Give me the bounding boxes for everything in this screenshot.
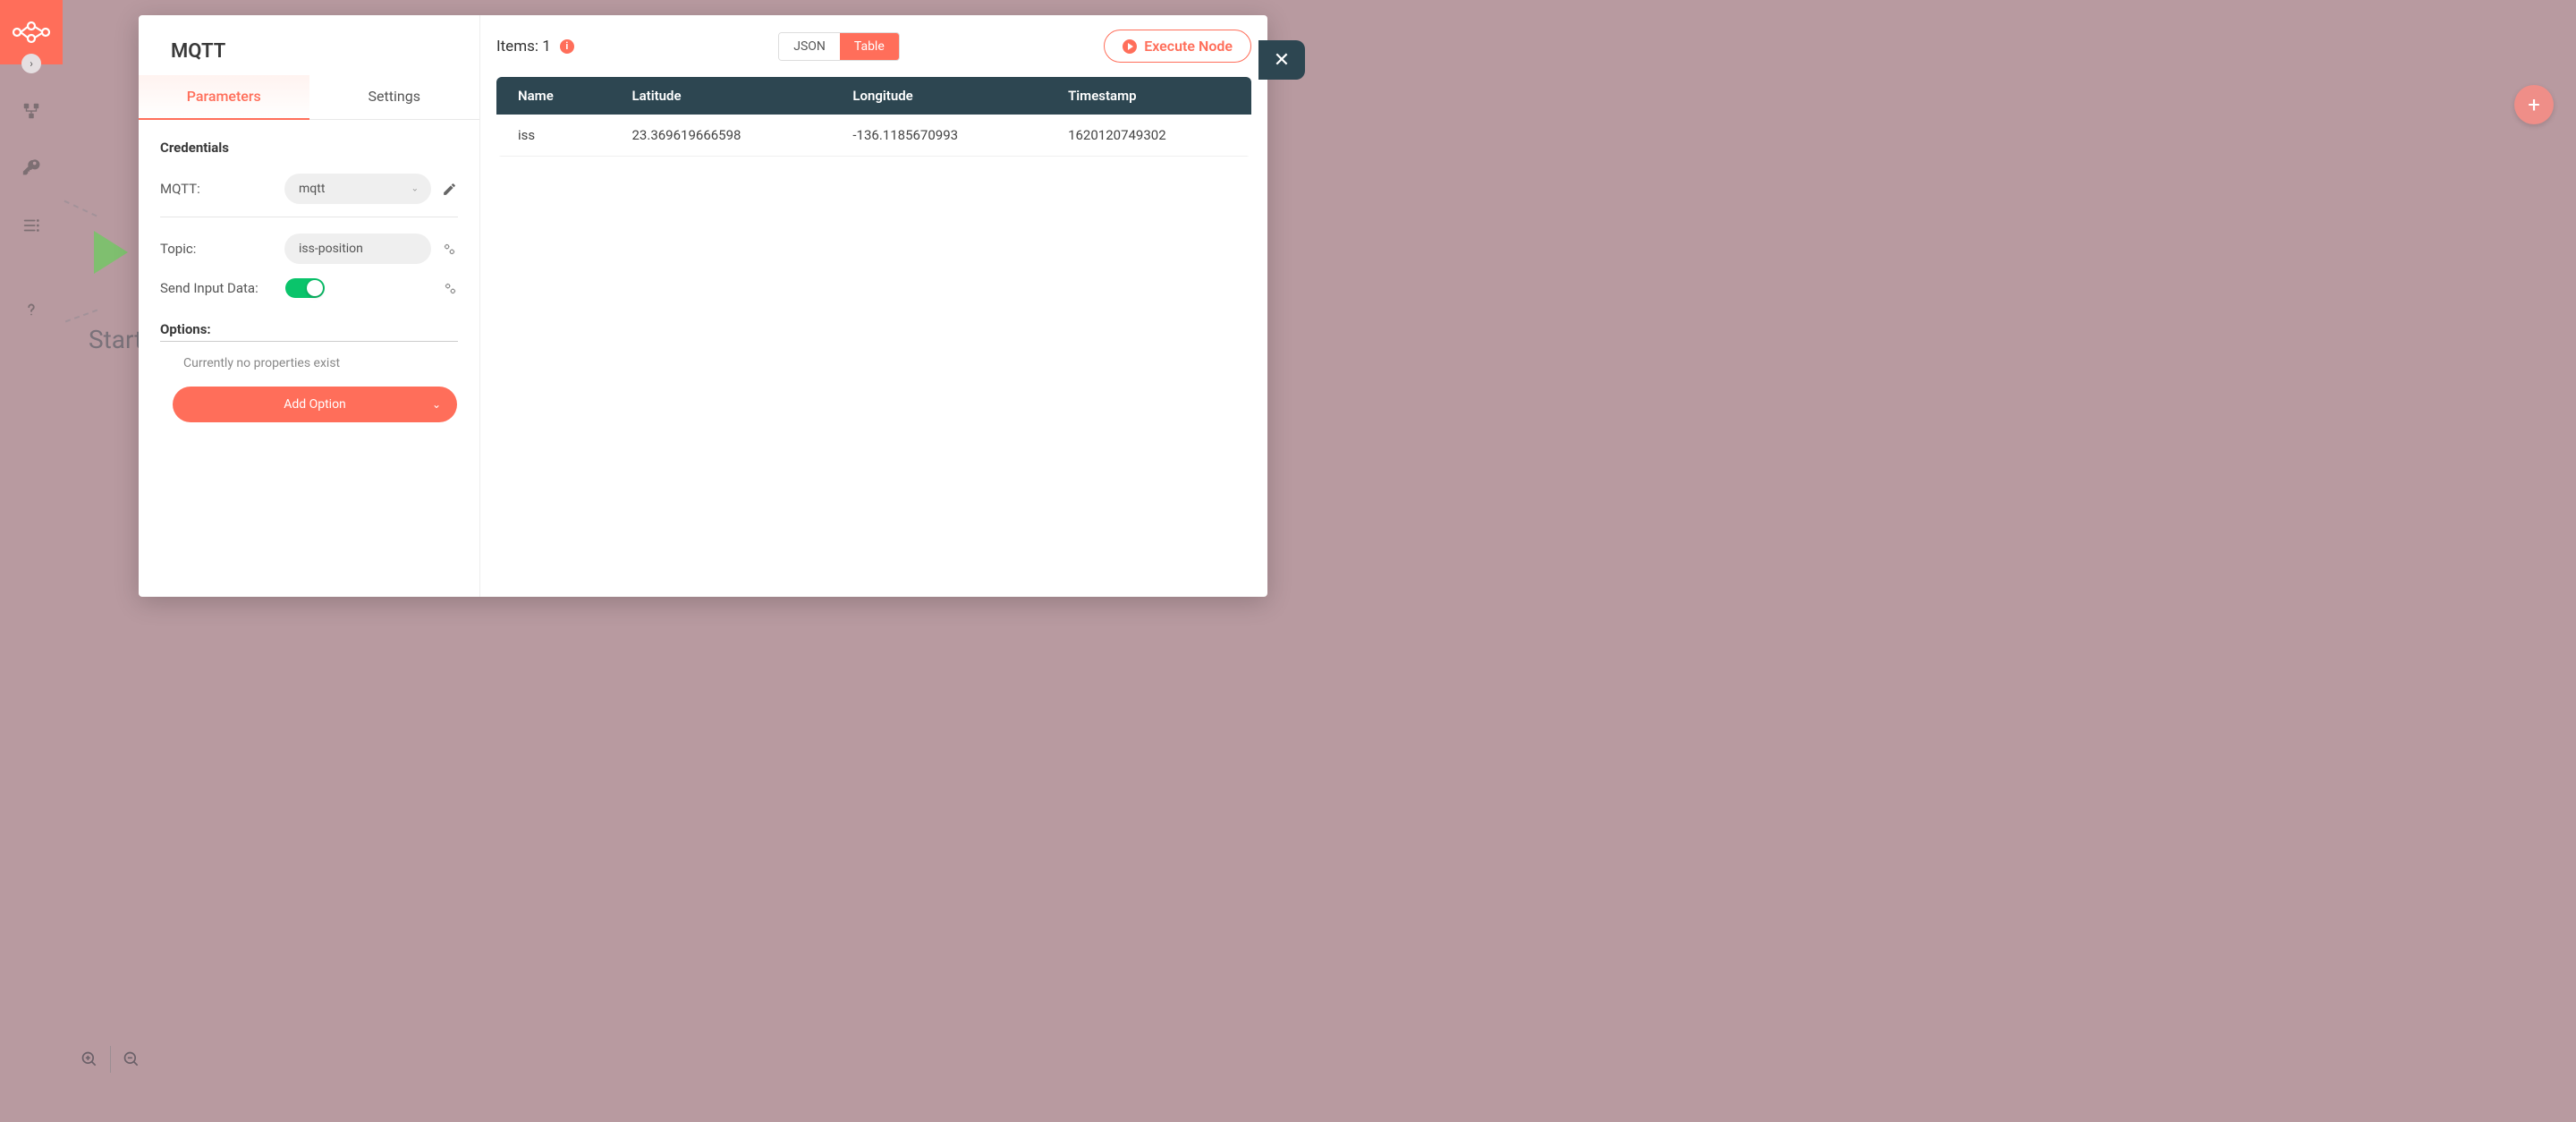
send-input-options-button[interactable]: [441, 279, 459, 297]
table-header-row: Name Latitude Longitude Timestamp: [496, 77, 1251, 115]
pencil-icon: [442, 182, 457, 197]
execute-node-label: Execute Node: [1144, 38, 1233, 55]
chevron-down-icon: ⌄: [432, 398, 441, 411]
info-icon[interactable]: i: [560, 39, 574, 54]
mqtt-credentials-select[interactable]: mqtt ⌄: [284, 174, 431, 204]
execute-node-button[interactable]: Execute Node: [1104, 30, 1251, 63]
items-count-label: Items: 1 i: [496, 38, 574, 55]
tab-settings[interactable]: Settings: [309, 75, 480, 119]
cell-longitude: -136.1185670993: [831, 115, 1046, 157]
parameters-panel: MQTT Parameters Settings Credentials MQT…: [139, 15, 480, 597]
sidebar: ›: [0, 0, 63, 1122]
sidebar-credentials-icon[interactable]: [0, 140, 63, 197]
play-icon: [1123, 39, 1137, 54]
col-name: Name: [496, 77, 611, 115]
topic-options-button[interactable]: [440, 240, 458, 258]
zoom-out-button[interactable]: [118, 1046, 145, 1073]
col-longitude: Longitude: [831, 77, 1046, 115]
add-node-fab[interactable]: +: [2514, 85, 2554, 124]
zoom-in-button[interactable]: [76, 1046, 103, 1073]
chevron-down-icon: ⌄: [411, 184, 419, 194]
zoom-controls: [76, 1046, 145, 1073]
sidebar-executions-icon[interactable]: [0, 197, 63, 254]
add-option-button[interactable]: Add Option ⌄: [173, 387, 457, 422]
start-node-play-icon[interactable]: [94, 231, 128, 274]
view-table-button[interactable]: Table: [840, 33, 899, 60]
edit-credentials-button[interactable]: [440, 180, 458, 198]
view-json-button[interactable]: JSON: [779, 33, 840, 60]
cell-name: iss: [496, 115, 611, 157]
output-header: Items: 1 i JSON Table Execute Node: [496, 30, 1251, 63]
cell-timestamp: 1620120749302: [1046, 115, 1251, 157]
node-editor-modal: ✕ MQTT Parameters Settings Credentials M…: [139, 15, 1267, 597]
tab-parameters[interactable]: Parameters: [139, 75, 309, 119]
send-input-toggle[interactable]: [285, 278, 325, 298]
output-panel: Items: 1 i JSON Table Execute Node Name …: [480, 15, 1267, 597]
col-timestamp: Timestamp: [1046, 77, 1251, 115]
topic-row: Topic:: [160, 226, 458, 271]
mqtt-field-label: MQTT:: [160, 181, 258, 197]
credentials-mqtt-row: MQTT: mqtt ⌄: [160, 166, 458, 211]
connector-line: [65, 310, 97, 323]
options-heading: Options:: [160, 321, 458, 337]
plus-icon: +: [2528, 92, 2540, 117]
chevron-right-icon: ›: [30, 57, 33, 70]
divider: [160, 341, 458, 342]
node-title: MQTT: [139, 15, 479, 75]
start-node-label: Start: [89, 325, 142, 354]
gears-icon: [442, 242, 457, 257]
close-icon: ✕: [1274, 49, 1290, 72]
mqtt-credentials-value: mqtt: [299, 182, 325, 196]
sidebar-expand-button[interactable]: ›: [21, 54, 41, 73]
panel-tabs: Parameters Settings: [139, 75, 479, 120]
sidebar-help-icon[interactable]: [0, 281, 63, 338]
topic-label: Topic:: [160, 241, 258, 257]
add-option-label: Add Option: [284, 397, 346, 412]
send-input-row: Send Input Data:: [160, 271, 458, 305]
divider: [110, 1046, 111, 1073]
send-input-label: Send Input Data:: [160, 280, 285, 296]
view-toggle: JSON Table: [778, 32, 900, 61]
col-latitude: Latitude: [611, 77, 832, 115]
topic-input[interactable]: [284, 234, 431, 264]
gears-icon: [443, 281, 458, 296]
close-button[interactable]: ✕: [1258, 40, 1305, 80]
cell-latitude: 23.369619666598: [611, 115, 832, 157]
connector-line: [64, 200, 97, 217]
app-logo[interactable]: ›: [0, 0, 63, 64]
credentials-heading: Credentials: [160, 140, 458, 156]
options-empty-text: Currently no properties exist: [160, 356, 458, 370]
n8n-logo-icon: [12, 19, 51, 46]
toggle-knob: [307, 280, 323, 296]
sidebar-workflows-icon[interactable]: [0, 82, 63, 140]
table-row: iss 23.369619666598 -136.1185670993 1620…: [496, 115, 1251, 157]
output-table: Name Latitude Longitude Timestamp iss 23…: [496, 77, 1251, 157]
